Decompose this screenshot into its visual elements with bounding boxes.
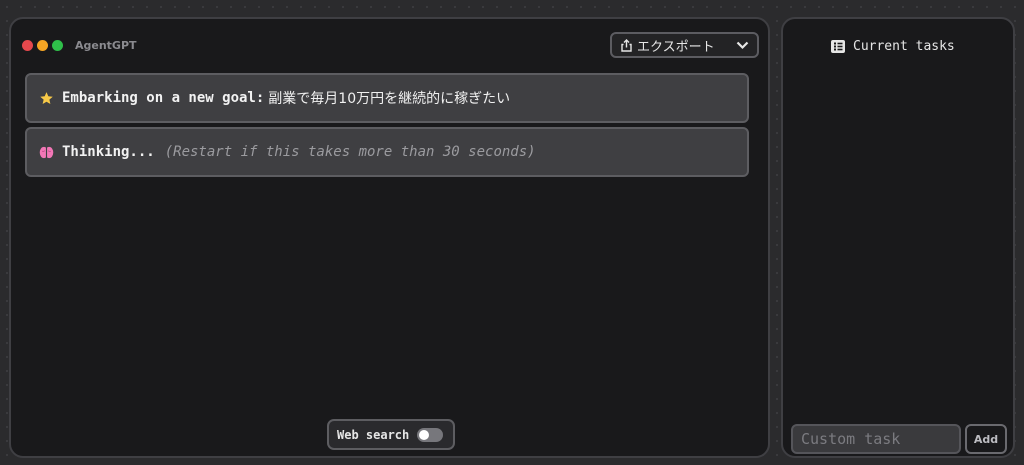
web-search-label: Web search (337, 427, 410, 442)
thinking-label: Thinking... (62, 144, 155, 160)
share-icon (620, 38, 633, 52)
close-dot[interactable] (22, 40, 33, 51)
export-button[interactable]: エクスポート (610, 32, 759, 58)
tasks-header: Current tasks (831, 39, 955, 54)
tasks-header-label: Current tasks (853, 39, 955, 54)
maximize-dot[interactable] (52, 40, 63, 51)
task-panel: Current tasks Add (781, 17, 1015, 458)
toggle-knob (419, 429, 430, 440)
window-controls (22, 40, 63, 51)
star-icon (39, 91, 54, 106)
thinking-hint: (Restart if this takes more than 30 seco… (164, 144, 536, 160)
export-label: エクスポート (637, 39, 715, 55)
app-title: AgentGPT (75, 39, 137, 52)
thinking-message: Thinking... (Restart if this takes more … (25, 127, 749, 177)
add-task-button[interactable]: Add (965, 424, 1007, 454)
agent-panel: AgentGPT エクスポート Embarking on a new goal:… (9, 17, 770, 458)
goal-prefix: Embarking on a new goal: (62, 90, 265, 106)
web-search-control: Web search (327, 419, 455, 450)
custom-task-input[interactable] (791, 424, 961, 454)
chevron-down-icon (736, 41, 749, 50)
goal-text: 副業で毎月10万円を継続的に稼ぎたい (268, 91, 511, 107)
goal-message: Embarking on a new goal: 副業で毎月10万円を継続的に稼… (25, 73, 749, 123)
brain-icon (39, 145, 54, 160)
web-search-toggle[interactable] (417, 427, 444, 442)
task-list-icon (831, 40, 845, 53)
minimize-dot[interactable] (37, 40, 48, 51)
